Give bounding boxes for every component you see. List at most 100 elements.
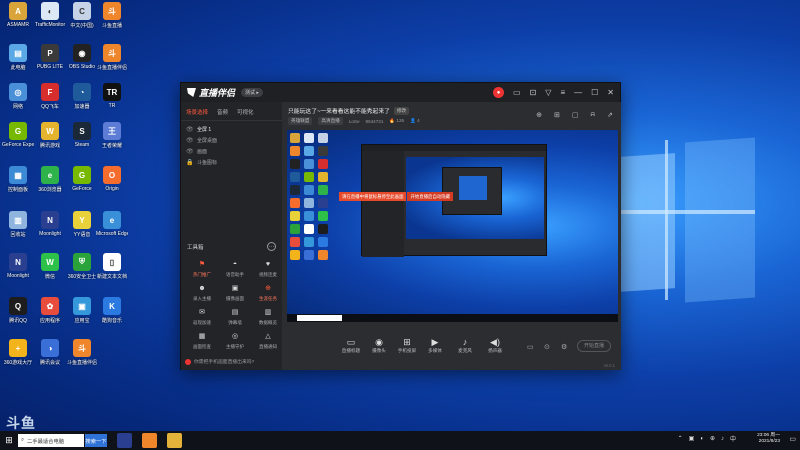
live-title-control[interactable]: ▭ 直播标题 bbox=[338, 337, 364, 354]
timer-icon[interactable]: ⊙ bbox=[544, 343, 550, 351]
desktop-icon[interactable]: ◎ 网络 bbox=[2, 83, 34, 110]
taskbar-app-douyu[interactable] bbox=[142, 433, 157, 448]
mobile-notice[interactable]: 你需把手机画面直播出来吗? bbox=[185, 358, 254, 365]
desktop-icon[interactable]: 斗斗鱼直播伴侣 bbox=[66, 339, 98, 366]
scene-item[interactable]: 👁 画面 bbox=[181, 146, 282, 157]
tab-audio[interactable]: 音频 bbox=[217, 108, 228, 116]
tool-button[interactable]: ⊕ 生涯任务 bbox=[253, 283, 283, 302]
start-live-button[interactable]: 开始直播 bbox=[577, 340, 611, 352]
tray-app-icon[interactable]: ▣ bbox=[689, 435, 695, 442]
camera-control[interactable]: ◉ 摄像头 bbox=[366, 337, 392, 354]
desktop-icon[interactable]: W 腾讯游戏 bbox=[34, 122, 66, 149]
desktop-icon[interactable]: e 360浏览器 bbox=[34, 166, 66, 193]
taskbar-search-input[interactable]: ⌕ 二手最适合电脑 bbox=[18, 434, 84, 447]
start-button[interactable]: ⊞ bbox=[0, 431, 18, 450]
scene-item[interactable]: 👁 全屏桌面 bbox=[181, 135, 282, 146]
record-icon[interactable]: ● bbox=[493, 87, 505, 98]
taskbar-app-folder[interactable] bbox=[167, 433, 182, 448]
tool-button[interactable]: ◓ 语音助手 bbox=[220, 259, 250, 278]
desktop-icon[interactable]: ▯ 新建文本文档 bbox=[96, 253, 128, 280]
ime-icon[interactable]: 中 bbox=[730, 434, 736, 443]
desktop-icon[interactable]: ◉ OBS Studio bbox=[66, 44, 98, 70]
desktop-icon[interactable]: ◔ 加速器 bbox=[66, 83, 98, 110]
desktop-icon[interactable]: 王王者荣耀 bbox=[96, 122, 128, 149]
desktop-icon[interactable]: G GeForce Experience bbox=[2, 122, 34, 148]
desktop-icon[interactable]: P PUBG LITE bbox=[34, 44, 66, 70]
media-control[interactable]: ▶ 多媒体 bbox=[422, 337, 448, 354]
category-tag[interactable]: 英雄联盟 bbox=[288, 117, 313, 125]
desktop-icon[interactable]: K 酷狗音乐 bbox=[96, 297, 128, 324]
edit-title-button[interactable]: 修改 bbox=[393, 106, 410, 115]
desktop-icon[interactable]: Q 腾讯QQ bbox=[2, 297, 34, 324]
screen-icon[interactable]: ▭ bbox=[513, 88, 521, 98]
menu-icon[interactable]: ≡ bbox=[560, 88, 565, 98]
tool-button[interactable]: ♥ 视频连麦 bbox=[253, 259, 283, 278]
bell-icon[interactable]: ⍾ bbox=[590, 111, 595, 119]
tool-button[interactable]: ▥ 数据概览 bbox=[253, 307, 283, 326]
visibility-icon[interactable]: 👁 bbox=[186, 148, 194, 155]
clock[interactable]: 23:06 周一 2021/8/23 bbox=[757, 433, 780, 445]
desktop-icon[interactable]: ◑ 腾讯会议 bbox=[34, 339, 66, 366]
settings-icon[interactable]: ⚙ bbox=[561, 343, 567, 351]
tool-button[interactable]: ▤ 弹幕墙 bbox=[220, 307, 250, 326]
tab-visual[interactable]: 可视化 bbox=[237, 108, 254, 116]
tool-button[interactable]: ▦ 画面检查 bbox=[187, 331, 217, 350]
filter-icon[interactable]: ▽ bbox=[545, 88, 551, 98]
desktop-icon[interactable]: N Moonlight bbox=[34, 211, 66, 237]
share-icon[interactable]: ⇗ bbox=[607, 111, 613, 119]
tray-expand-icon[interactable]: ⌃ bbox=[678, 435, 683, 442]
more-icon[interactable]: … bbox=[267, 242, 276, 251]
network-icon[interactable]: ⊕ bbox=[710, 435, 715, 442]
desktop-icon[interactable]: ◐ TrafficMonitor bbox=[34, 2, 66, 28]
taskbar-app-moonlight[interactable] bbox=[117, 433, 132, 448]
volume-icon[interactable]: ♪ bbox=[721, 436, 724, 442]
copy-icon[interactable]: ▢ bbox=[572, 111, 579, 119]
visibility-icon[interactable]: 👁 bbox=[186, 137, 194, 144]
desktop-icon[interactable]: A ASMAMR bbox=[2, 2, 34, 28]
desktop-icon[interactable]: 斗斗鱼直播 bbox=[96, 2, 128, 29]
tray-app-icon[interactable]: ◐ bbox=[700, 436, 704, 442]
desktop-icon[interactable]: ▥ 回收站 bbox=[2, 211, 34, 238]
tool-button[interactable]: ▣ 摄像画面 bbox=[220, 283, 250, 302]
desktop-icon[interactable]: Y YY语音 bbox=[66, 211, 98, 238]
mode-tag[interactable]: 高清直播 bbox=[318, 117, 343, 125]
desktop-icon[interactable]: ▦ 控制面板 bbox=[2, 166, 34, 193]
desktop-icon[interactable]: O Origin bbox=[96, 166, 128, 192]
stream-preview[interactable]: 请在直播中将鼠标悬停至此画面 开始直播后自动隐藏 bbox=[287, 130, 618, 322]
search-button[interactable]: 搜索一下 bbox=[85, 434, 107, 447]
desktop-icon[interactable]: G GeForce bbox=[66, 166, 98, 192]
version-badge[interactable]: 测试 ▸ bbox=[241, 88, 263, 97]
desktop-icon[interactable]: ⛨ 360安全卫士 bbox=[66, 253, 98, 280]
desktop-icon[interactable]: C 中文(中国) bbox=[66, 2, 98, 29]
desktop-icon[interactable]: F QQ飞车 bbox=[34, 83, 66, 110]
desktop-icon[interactable]: N Moonlight bbox=[2, 253, 34, 279]
microphone-control[interactable]: ♪ 麦克风 bbox=[452, 337, 478, 354]
desktop-icon[interactable]: S Steam bbox=[66, 122, 98, 148]
desktop-icon[interactable]: ▤ 此电脑 bbox=[2, 44, 34, 71]
notification-icon[interactable]: ▭ bbox=[789, 435, 796, 443]
phone-cast-control[interactable]: ⊞ 手机投屏 bbox=[394, 337, 420, 354]
add-source-icon[interactable]: ⊕ bbox=[536, 111, 542, 119]
window-icon[interactable]: ⊡ bbox=[530, 88, 537, 98]
tool-button[interactable]: ◎ 主播守护 bbox=[220, 331, 250, 350]
speaker-control[interactable]: ◀) 扬声器 bbox=[482, 337, 508, 354]
desktop-icon[interactable]: TR TR bbox=[96, 83, 128, 109]
close-button[interactable]: ✕ bbox=[607, 88, 614, 98]
desktop-icon[interactable]: 斗斗鱼直播伴侣 bbox=[96, 44, 128, 71]
maximize-button[interactable]: ☐ bbox=[591, 88, 598, 98]
tool-button[interactable]: △ 直播通知 bbox=[253, 331, 283, 350]
tab-scenes[interactable]: 场景选择 bbox=[186, 108, 208, 116]
desktop-icon[interactable]: ▣ 应用宝 bbox=[66, 297, 98, 324]
visibility-icon[interactable]: 👁 bbox=[186, 126, 194, 133]
scene-item[interactable]: 🔒 斗鱼图标 bbox=[181, 157, 282, 168]
tool-button[interactable]: ☻ 录入主播 bbox=[187, 283, 217, 302]
tool-button[interactable]: ✉ 返现加速 bbox=[187, 307, 217, 326]
desktop-icon[interactable]: +360游戏大厅 bbox=[2, 339, 34, 366]
desktop-icon[interactable]: e Microsoft Edge bbox=[96, 211, 128, 237]
minimize-button[interactable]: — bbox=[574, 88, 582, 98]
layout-icon[interactable]: ⊞ bbox=[554, 111, 560, 119]
desktop-icon[interactable]: W 微信 bbox=[34, 253, 66, 280]
tool-button[interactable]: ⚑ 热门推广 bbox=[187, 259, 217, 278]
lock-icon[interactable]: 🔒 bbox=[186, 159, 193, 166]
desktop-icon[interactable]: ✿ 应用程序 bbox=[34, 297, 66, 324]
